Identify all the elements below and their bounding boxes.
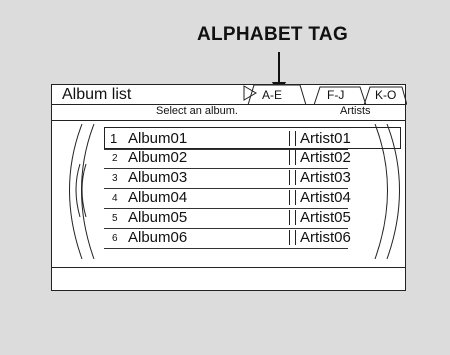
- row-number: 3: [112, 173, 118, 184]
- tab-k-o[interactable]: K-O: [375, 88, 396, 102]
- artist-name: Artist03: [300, 169, 351, 186]
- album-name: Album05: [128, 209, 188, 226]
- album-name: Album06: [128, 229, 188, 246]
- album-name: Album01: [128, 130, 188, 147]
- list-item-album04[interactable]: 4 Album04 Artist04: [104, 188, 351, 209]
- row-number: 6: [112, 233, 118, 244]
- album-list-screen: Album list A-E F-J K-O Select an album. …: [51, 84, 407, 291]
- artist-name: Artist05: [300, 209, 351, 226]
- list-item-album03[interactable]: 3 Album03 Artist03: [104, 168, 351, 189]
- album-name: Album04: [128, 189, 188, 206]
- column-separator: [289, 210, 296, 225]
- artist-name: Artist04: [300, 189, 351, 206]
- column-separator: [289, 150, 296, 165]
- album-name: Album03: [128, 169, 188, 186]
- screen-title: Album list: [62, 86, 132, 103]
- bottom-divider: [52, 267, 405, 268]
- artist-name: Artist02: [300, 149, 351, 166]
- column-separator: [289, 230, 296, 245]
- row-number: 1: [110, 131, 118, 146]
- row-number: 2: [112, 153, 118, 164]
- list-item-album02[interactable]: 2 Album02 Artist02: [104, 148, 351, 169]
- artist-name: Artist01: [300, 130, 351, 147]
- row-number: 5: [112, 213, 118, 224]
- callout-arrow: [278, 52, 280, 85]
- list-item-album05[interactable]: 5 Album05 Artist05: [104, 208, 351, 229]
- instruction-text: Select an album.: [156, 105, 238, 117]
- tab-selector-arrow-icon: [243, 85, 257, 101]
- callout-label: ALPHABET TAG: [197, 24, 349, 45]
- alphabet-tabs: A-E F-J K-O: [242, 85, 407, 105]
- list-item-album06[interactable]: 6 Album06 Artist06: [104, 228, 351, 249]
- column-separator: [289, 131, 296, 146]
- artist-name: Artist06: [300, 229, 351, 246]
- column-separator: [289, 170, 296, 185]
- list-item-album01[interactable]: 1 Album01 Artist01: [104, 127, 401, 150]
- tab-f-j[interactable]: F-J: [327, 88, 344, 102]
- album-name: Album02: [128, 149, 188, 166]
- row-number: 4: [112, 193, 118, 204]
- artists-column-header: Artists: [340, 105, 371, 117]
- tab-a-e[interactable]: A-E: [262, 88, 282, 102]
- column-separator: [289, 190, 296, 205]
